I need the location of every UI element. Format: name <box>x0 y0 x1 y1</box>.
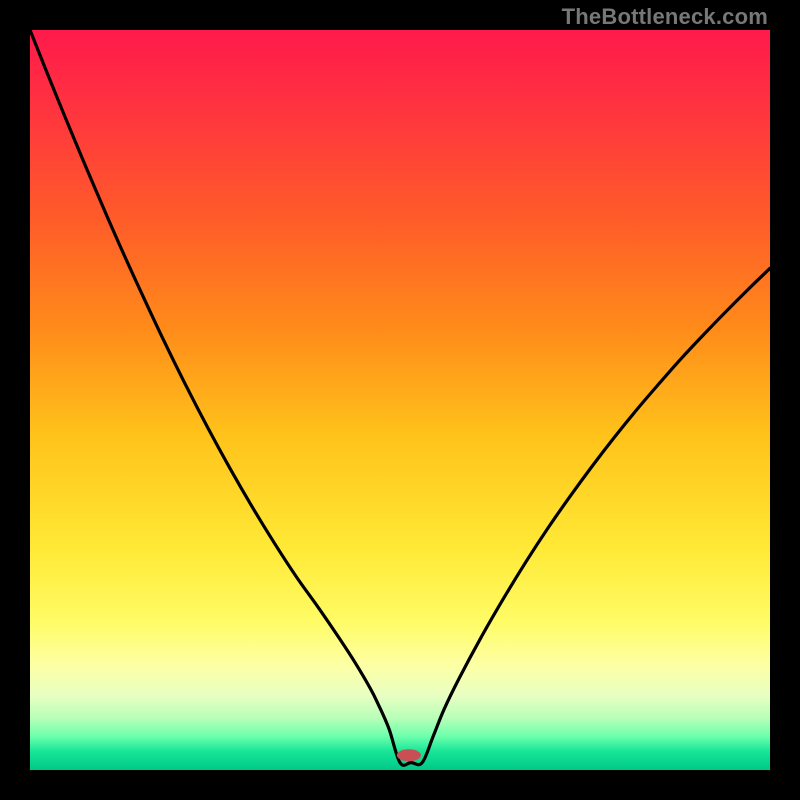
bottleneck-curve-chart <box>30 30 770 770</box>
gradient-background <box>30 30 770 770</box>
watermark-text: TheBottleneck.com <box>562 4 768 30</box>
outer-frame: TheBottleneck.com <box>0 0 800 800</box>
chart-plot-area <box>30 30 770 770</box>
bottleneck-marker <box>397 749 421 761</box>
